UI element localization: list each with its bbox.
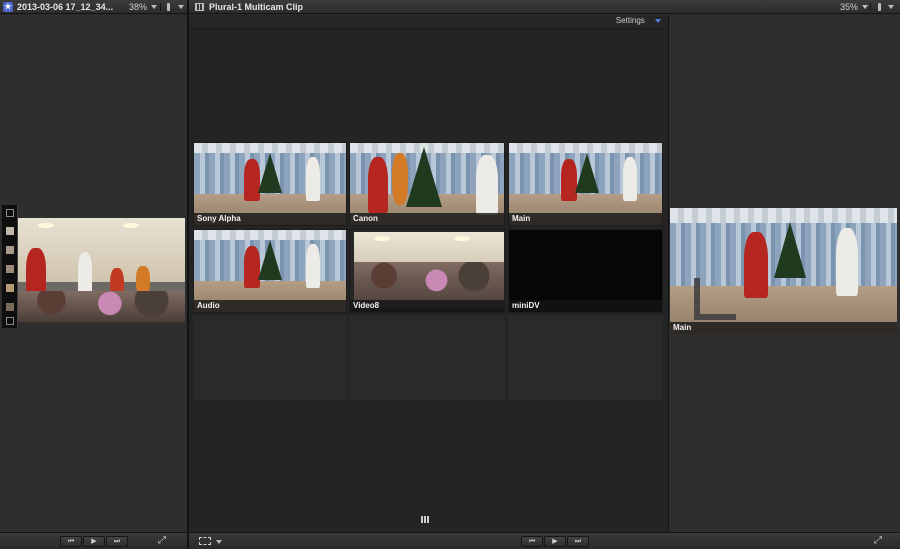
christmas-tree: [406, 147, 442, 207]
active-angle-label: Main: [670, 322, 897, 334]
angle-viewer-titlebar: Plural-1 Multicam Clip 35%: [189, 0, 900, 14]
frame-icon: [6, 227, 14, 235]
right-view-options-dropdown-icon[interactable]: [888, 5, 894, 9]
layout-dropdown-icon: [216, 540, 222, 544]
multicam-workspace: ★ 2013-03-06 17_12_34... 38% Plural-1 Mu…: [0, 0, 900, 549]
left-filmstrip[interactable]: [2, 205, 18, 328]
christmas-tree: [258, 240, 282, 280]
valance: [670, 208, 897, 224]
right-zoom-dropdown-icon[interactable]: [862, 5, 868, 9]
angle-label: Main: [509, 213, 662, 225]
angle-cell-1[interactable]: Sony Alpha: [193, 142, 347, 226]
angle-label: Video8: [350, 300, 504, 312]
frame-icon: [6, 303, 14, 311]
snow-maiden-figure: [78, 252, 92, 296]
angle-label: miniDV: [509, 300, 662, 312]
angle-video-frame: [354, 232, 504, 308]
next-edit-button[interactable]: ⏭: [106, 536, 128, 547]
left-view-options-dropdown-icon[interactable]: [178, 5, 184, 9]
snow-maiden-figure: [836, 228, 858, 296]
left-viewer-titlebar: ★ 2013-03-06 17_12_34... 38%: [0, 0, 187, 14]
play-button[interactable]: ▶: [83, 536, 105, 547]
next-edit-button[interactable]: ⏭: [567, 536, 589, 547]
settings-dropdown-icon: [655, 18, 661, 23]
layout-icon: [199, 537, 211, 545]
santa-figure: [368, 157, 388, 213]
left-zoom-dropdown-icon[interactable]: [151, 5, 157, 9]
angle-viewer-footer: ⏮ ▶ ⏭ ⤢: [189, 532, 900, 549]
right-zoom-value[interactable]: 35%: [840, 0, 858, 14]
angle-label: Canon: [350, 213, 504, 225]
angle-cell-6[interactable]: miniDV: [508, 229, 663, 313]
empty-angle-slot: [193, 315, 347, 400]
angle-label: Audio: [194, 300, 346, 312]
left-zoom-value[interactable]: 38%: [129, 0, 147, 14]
angle-label: Sony Alpha: [194, 213, 346, 225]
fullscreen-icon[interactable]: ⤢: [874, 535, 882, 546]
settings-label: Settings: [615, 16, 645, 25]
previous-edit-button[interactable]: ⏮: [60, 536, 82, 547]
snow-maiden-figure: [476, 155, 498, 215]
angle-viewer-title: Plural-1 Multicam Clip: [209, 2, 304, 12]
grid-icon[interactable]: [421, 516, 430, 523]
empty-angle-slot: [508, 315, 663, 400]
empty-angle-slot: [349, 315, 505, 400]
snow-maiden-figure: [623, 157, 637, 201]
christmas-tree: [774, 222, 806, 278]
frame-icon: [6, 317, 14, 325]
left-view-options-icon[interactable]: [167, 3, 170, 11]
frame-icon: [6, 284, 14, 292]
snow-maiden-figure: [306, 244, 320, 288]
action-safe-corner: [694, 278, 736, 320]
right-viewer: Main: [669, 15, 900, 532]
audience: [18, 290, 185, 322]
right-video-frame[interactable]: Main: [670, 208, 897, 334]
left-viewer-title: 2013-03-06 17_12_34...: [17, 2, 114, 12]
christmas-tree: [258, 153, 282, 193]
layout-menu[interactable]: [197, 536, 225, 547]
left-video-frame[interactable]: [18, 218, 185, 322]
frame-icon: [6, 265, 14, 273]
frame-icon: [6, 246, 14, 254]
titlebar-separator: [160, 3, 161, 11]
previous-edit-button[interactable]: ⏮: [521, 536, 543, 547]
frame-icon: [6, 209, 14, 217]
angle-editor-toolbar: [189, 15, 668, 29]
valance: [194, 230, 346, 240]
santa-figure: [744, 232, 768, 298]
right-view-options-icon[interactable]: [878, 3, 881, 11]
ceiling-lamp: [454, 235, 470, 241]
fullscreen-icon[interactable]: ⤢: [158, 535, 166, 546]
angle-cell-4[interactable]: Audio: [193, 229, 347, 313]
angle-cell-2[interactable]: Canon: [349, 142, 505, 226]
valance: [194, 143, 346, 153]
valance: [509, 143, 662, 153]
left-viewer-footer: ⏮ ▶ ⏭ ⤢: [0, 532, 187, 549]
angle-cell-5[interactable]: Video8: [349, 229, 505, 313]
angle-cell-3[interactable]: Main: [508, 142, 663, 226]
christmas-tree: [575, 153, 599, 193]
play-button[interactable]: ▶: [544, 536, 566, 547]
titlebar-separator: [870, 3, 871, 11]
settings-menu[interactable]: Settings: [616, 16, 661, 25]
filmstrip-icon: [195, 3, 204, 11]
star-icon[interactable]: ★: [3, 2, 13, 12]
left-viewer: [0, 15, 187, 532]
ceiling-lamp: [374, 235, 390, 241]
snow-maiden-figure: [306, 157, 320, 201]
